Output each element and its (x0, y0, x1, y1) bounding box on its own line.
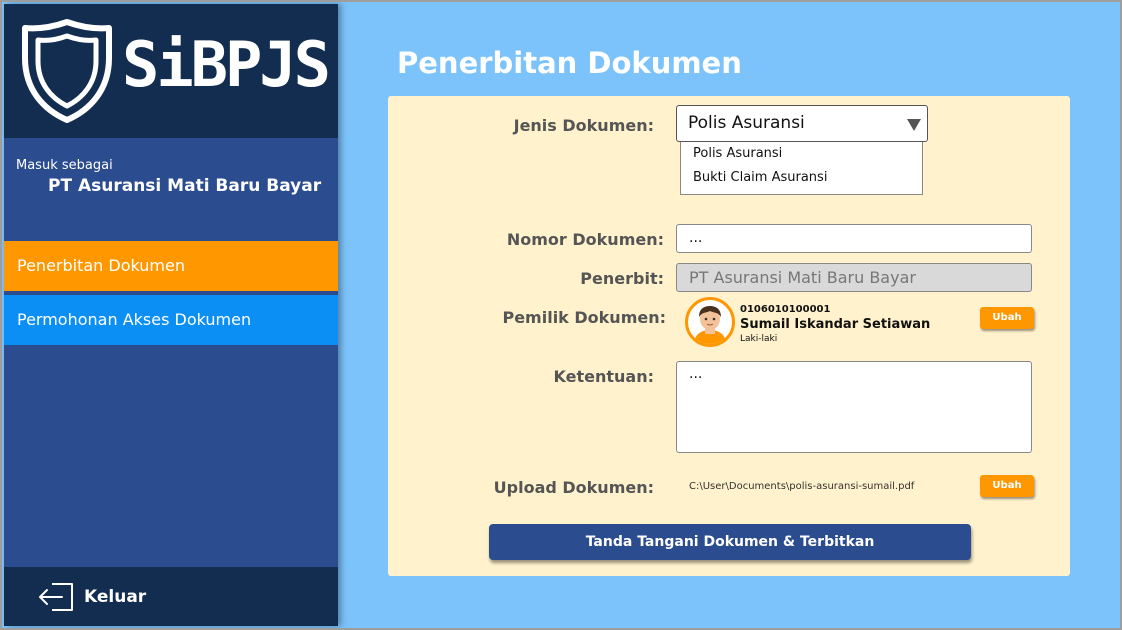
terms-textarea[interactable]: ... (676, 361, 1032, 453)
issuer-label: Penerbit: (580, 269, 664, 288)
doc-type-label: Jenis Dokumen: (513, 116, 654, 135)
page-title: Penerbitan Dokumen (397, 46, 742, 80)
upload-label: Upload Dokumen: (493, 478, 654, 497)
dropdown-option-bukti-claim[interactable]: Bukti Claim Asuransi (681, 166, 922, 190)
terms-label: Ketentuan: (553, 367, 654, 386)
logo-area: SiBPJS (4, 4, 338, 138)
owner-name: Sumail Iskandar Setiawan (740, 317, 931, 332)
logout-area: Keluar (4, 567, 338, 626)
sidebar: SiBPJS Masuk sebagai PT Asuransi Mati Ba… (4, 4, 338, 626)
sidebar-item-permohonan-akses[interactable]: Permohonan Akses Dokumen (4, 295, 338, 345)
doc-number-input[interactable]: ... (676, 224, 1032, 253)
logout-label: Keluar (84, 587, 147, 607)
change-owner-button[interactable]: Ubah (980, 307, 1034, 329)
owner-gender: Laki-laki (740, 334, 778, 344)
change-upload-button[interactable]: Ubah (980, 475, 1034, 497)
doc-number-label: Nomor Dokumen: (506, 230, 664, 249)
owner-label: Pemilik Dokumen: (502, 308, 666, 327)
owner-id: 0106010100001 (740, 304, 831, 315)
login-company-name: PT Asuransi Mati Baru Bayar (48, 176, 322, 196)
login-as-label: Masuk sebagai (16, 158, 113, 173)
owner-avatar (685, 297, 735, 347)
dropdown-option-polis[interactable]: Polis Asuransi (681, 142, 922, 166)
doc-type-selected-value: Polis Asuransi (688, 113, 805, 133)
person-avatar-icon (694, 306, 726, 344)
sidebar-item-label: Penerbitan Dokumen (17, 256, 185, 275)
logo-text: SiBPJS (122, 28, 331, 101)
issuer-input: PT Asuransi Mati Baru Bayar (676, 263, 1032, 292)
dropdown-arrow-icon[interactable] (907, 119, 921, 131)
shield-logo-icon (22, 19, 112, 123)
sidebar-item-penerbitan-dokumen[interactable]: Penerbitan Dokumen (4, 241, 338, 291)
sidebar-item-label: Permohonan Akses Dokumen (17, 310, 252, 329)
logout-button[interactable]: Keluar (36, 581, 186, 613)
doc-type-dropdown: Polis Asuransi Bukti Claim Asuransi (680, 142, 923, 195)
logout-icon (39, 583, 73, 611)
upload-file-path: C:\User\Documents\polis-asuransi-sumail.… (689, 481, 915, 492)
sign-and-publish-button[interactable]: Tanda Tangani Dokumen & Terbitkan (489, 524, 971, 560)
doc-type-select[interactable]: Polis Asuransi (676, 105, 928, 142)
form-card: Jenis Dokumen: Polis Asuransi Polis Asur… (388, 96, 1070, 576)
app-window: SiBPJS Masuk sebagai PT Asuransi Mati Ba… (2, 2, 1120, 628)
